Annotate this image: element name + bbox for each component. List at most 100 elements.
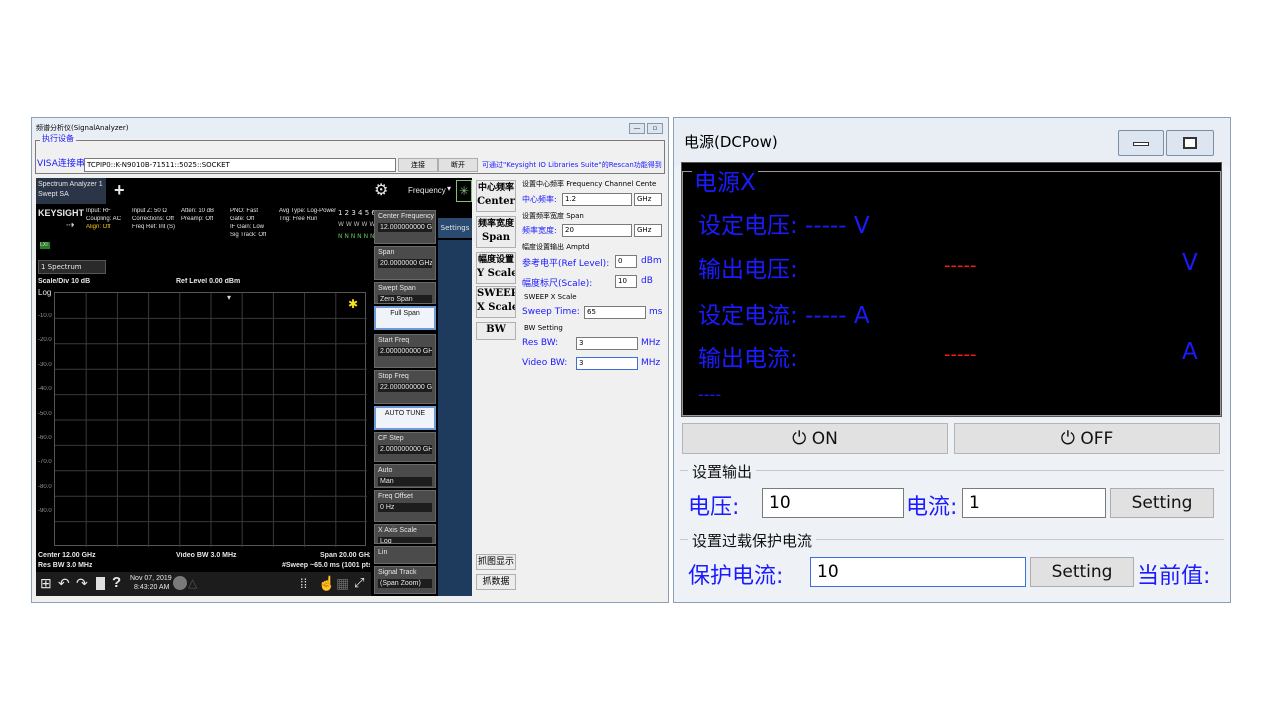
- current-input[interactable]: 1: [962, 488, 1106, 518]
- softkey[interactable]: X Axis Scale Log: [374, 524, 436, 544]
- restore-button[interactable]: [1166, 130, 1214, 156]
- softkey[interactable]: Freq Offset 0 Hz: [374, 490, 436, 522]
- output-section-divider: [680, 470, 1224, 471]
- span-label: Span 20.00 GHz: [320, 552, 370, 559]
- tab-line-1: Spectrum Analyzer 1: [38, 181, 103, 188]
- res-bw-input[interactable]: 3: [576, 337, 638, 350]
- video-bw-input[interactable]: 3: [576, 357, 638, 370]
- visa-connection-input[interactable]: TCPIP0::K-N9010B-71511::5025::SOCKET: [84, 158, 396, 172]
- softkey[interactable]: Auto Man: [374, 464, 436, 488]
- trace-row-n: N N N N N N: [338, 233, 375, 240]
- set-ocp-button[interactable]: Setting: [1030, 557, 1134, 587]
- softkey[interactable]: Full Span: [374, 306, 436, 330]
- softkey[interactable]: Center Frequency 12.000000000 GHz: [374, 210, 436, 244]
- add-tab-button[interactable]: +: [114, 180, 125, 201]
- restore-button[interactable]: ▫: [647, 123, 663, 134]
- scale-field-label: 幅度标尺(Scale):: [522, 279, 593, 289]
- spinner-icon[interactable]: ✳: [456, 180, 472, 202]
- current-value-label: 当前值:: [1137, 564, 1211, 589]
- bw-group-title: BW Setting: [524, 324, 563, 332]
- softkey-label: Start Freq: [378, 337, 410, 344]
- status-item: Freq Ref: Int (S): [132, 224, 176, 230]
- windows-icon[interactable]: ⊞: [40, 575, 52, 592]
- power-off-button[interactable]: ⏻ OFF: [954, 423, 1220, 454]
- power-group-title: 电源X: [692, 163, 758, 197]
- chevron-down-icon: ▾: [447, 184, 452, 193]
- ref-level-input[interactable]: 0: [615, 255, 637, 268]
- power-on-button[interactable]: ⏻ ON: [682, 423, 948, 454]
- softkey-label: X Axis Scale: [378, 527, 417, 534]
- softkey[interactable]: Signal Track (Span Zoom): [374, 566, 436, 594]
- softkey[interactable]: AUTO TUNE: [374, 406, 436, 430]
- sweep-time-input[interactable]: 65: [584, 306, 646, 319]
- help-icon[interactable]: ?: [112, 574, 121, 591]
- softkey[interactable]: Lin: [374, 546, 436, 564]
- span-unit-select[interactable]: GHz: [634, 224, 662, 237]
- function-button[interactable]: BW: [476, 322, 516, 340]
- softkey-label: Center Frequency: [378, 213, 435, 220]
- function-button[interactable]: 幅度设置 Y Scale: [476, 252, 516, 284]
- softkey-value: 2.000000000 GHz: [378, 445, 432, 454]
- scale-input[interactable]: 10: [615, 275, 637, 288]
- center-freq-input[interactable]: 1.2: [562, 193, 632, 206]
- status-item: Input Z: 50 Ω: [132, 208, 167, 214]
- gear-icon[interactable]: ⚙: [374, 180, 388, 200]
- voltage-input[interactable]: 10: [762, 488, 904, 518]
- y-tick-label: -70.0: [38, 459, 52, 466]
- capture-display-button[interactable]: 抓图显示: [476, 554, 516, 570]
- softkey[interactable]: Stop Freq 22.000000000 GHz: [374, 370, 436, 404]
- spectrum-plot[interactable]: ✱ ▾: [54, 292, 367, 547]
- center-unit-select[interactable]: GHz: [634, 193, 662, 206]
- power-off-label: OFF: [1080, 429, 1114, 449]
- disconnect-button[interactable]: 断开: [438, 158, 478, 172]
- softkey-label: Stop Freq: [378, 373, 409, 380]
- tab-settings[interactable]: Settings: [438, 218, 472, 238]
- center-freq-field-label: 中心频率:: [522, 195, 557, 204]
- softkey-value: Zero Span: [378, 295, 432, 303]
- status-item: PNO: Fast: [230, 208, 259, 214]
- frequency-menu[interactable]: Frequency: [408, 186, 446, 195]
- power-status-display: 电源X 设定电压: ----- V 输出电压: ----- V 设定电流: --…: [681, 162, 1222, 417]
- power-icon: ⏻: [792, 428, 807, 449]
- capture-data-button[interactable]: 抓数据: [476, 574, 516, 590]
- instrument-screen: Spectrum Analyzer 1 Swept SA + ⚙ Frequen…: [36, 178, 472, 596]
- trace-numbers: 1 2 3 4 5 6: [338, 209, 376, 217]
- span-input[interactable]: 20: [562, 224, 632, 237]
- minimize-icon: [1133, 142, 1149, 146]
- input-arrow-icon: ⇢: [66, 220, 75, 231]
- function-button[interactable]: 中心频率 Center: [476, 180, 516, 212]
- output-voltage-value: -----: [944, 255, 977, 276]
- tab-spectrum-analyzer[interactable]: Spectrum Analyzer 1 Swept SA: [36, 178, 106, 204]
- softkey[interactable]: CF Step 2.000000000 GHz: [374, 432, 436, 462]
- softkey-label: Lin: [378, 549, 388, 556]
- function-button-line2: Span: [482, 232, 510, 243]
- spectrum-window-select[interactable]: 1 Spectrum: [38, 260, 106, 274]
- grid-layout-icon[interactable]: ▦: [336, 575, 349, 592]
- log-label: Log: [38, 288, 52, 297]
- keypad-icon[interactable]: ⁞⁞: [300, 576, 307, 591]
- plot-grid: [55, 293, 367, 547]
- connect-button[interactable]: 连接: [398, 158, 438, 172]
- touch-icon[interactable]: ☝: [318, 575, 335, 592]
- set-output-button[interactable]: Setting: [1110, 488, 1214, 518]
- softkey[interactable]: Swept Span Zero Span: [374, 282, 436, 304]
- undo-icon[interactable]: ↶: [58, 575, 70, 592]
- redo-icon[interactable]: ↷: [76, 575, 88, 592]
- fullscreen-icon[interactable]: ⤢: [354, 575, 364, 591]
- function-button-line1: 幅度设置: [477, 255, 514, 265]
- minimize-button[interactable]: [1118, 130, 1164, 156]
- function-button[interactable]: SWEEP X Scale: [476, 286, 516, 318]
- sweep-group-title: SWEEP X Scale: [524, 293, 577, 301]
- status-item: Avg Type: Log-Power: [279, 208, 337, 214]
- set-current-label: 设定电流: ----- A: [698, 303, 870, 329]
- softkey-label: CF Step: [378, 435, 404, 442]
- minimize-button[interactable]: —: [629, 123, 645, 134]
- protect-current-input[interactable]: 10: [810, 557, 1026, 587]
- softkey[interactable]: Start Freq 2.000000000 GHz: [374, 334, 436, 368]
- function-button[interactable]: 频率宽度 Span: [476, 216, 516, 248]
- output-current-unit: A: [1182, 339, 1198, 365]
- file-icon[interactable]: [96, 577, 105, 590]
- y-tick-label: -90.0: [38, 508, 52, 515]
- status-circle-icon: [173, 576, 187, 590]
- softkey[interactable]: Span 20.0000000 GHz: [374, 246, 436, 280]
